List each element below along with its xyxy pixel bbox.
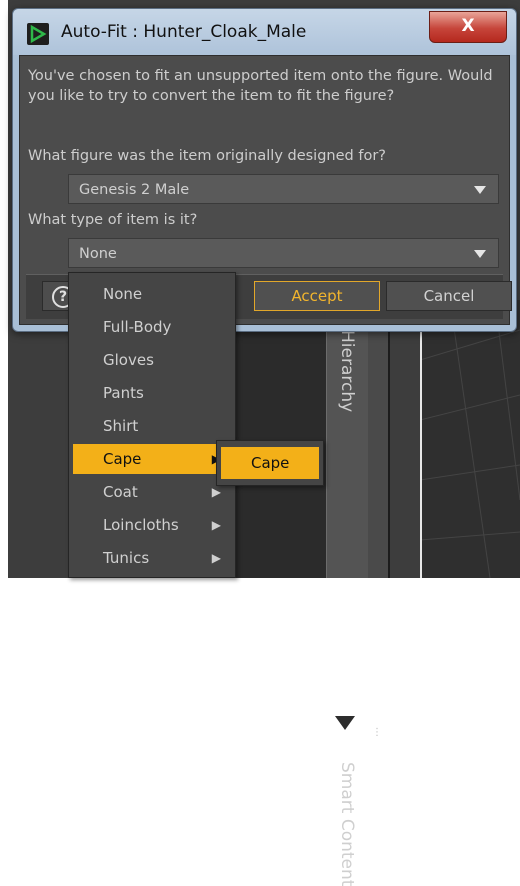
cancel-button[interactable]: Cancel xyxy=(386,281,512,311)
viewport-grid[interactable] xyxy=(420,300,520,578)
figure-question-label: What figure was the item originally desi… xyxy=(28,148,386,164)
dropdown-item-label: Gloves xyxy=(103,351,154,369)
dropdown-item-label: Pants xyxy=(103,384,144,402)
submenu-arrow-icon: ▶ xyxy=(211,518,221,532)
dropdown-item-tunics[interactable]: Tunics ▶ xyxy=(73,543,229,573)
dropdown-item-label: Loincloths xyxy=(103,516,179,534)
submenu-arrow-icon: ▶ xyxy=(211,551,221,565)
item-type-select[interactable]: None xyxy=(68,238,499,268)
dropdown-item-loincloths[interactable]: Loincloths ▶ xyxy=(73,510,229,540)
side-tab-smart-content[interactable]: Smart Content xyxy=(337,762,357,886)
figure-select[interactable]: Genesis 2 Male xyxy=(68,174,499,204)
dropdown-item-label: Coat xyxy=(103,483,138,501)
grip-icon[interactable]: ⋮ xyxy=(372,728,382,738)
item-type-question-label: What type of item is it? xyxy=(28,212,198,228)
dropdown-item-label: Shirt xyxy=(103,417,139,435)
divider xyxy=(388,300,390,578)
dropdown-item-label: Cape xyxy=(103,450,142,468)
cape-submenu: Cape xyxy=(216,440,324,486)
dropdown-item-label: None xyxy=(103,285,143,303)
side-tab-strip[interactable]: Hierarchy Smart Content xyxy=(326,300,370,886)
close-button[interactable]: X xyxy=(429,11,507,43)
dropdown-item-shirt[interactable]: Shirt xyxy=(73,411,229,441)
dialog-message: You've chosen to fit an unsupported item… xyxy=(28,68,493,104)
window-title: Auto-Fit : Hunter_Cloak_Male xyxy=(61,22,307,42)
chevron-down-icon[interactable] xyxy=(474,186,486,194)
side-tab-hierarchy[interactable]: Hierarchy xyxy=(337,330,357,412)
chevron-down-icon[interactable] xyxy=(474,250,486,258)
dropdown-item-pants[interactable]: Pants xyxy=(73,378,229,408)
grid-lines-icon xyxy=(420,300,520,578)
dropdown-item-label: Full-Body xyxy=(103,318,172,336)
accept-button[interactable]: Accept xyxy=(254,281,380,311)
dropdown-item-full-body[interactable]: Full-Body xyxy=(73,312,229,342)
dropdown-item-cape[interactable]: Cape ▶ xyxy=(73,444,229,474)
viewport-border xyxy=(420,300,422,578)
background-panel xyxy=(236,300,328,578)
panel-splitter[interactable]: ⋮ xyxy=(368,300,388,738)
dropdown-item-none[interactable]: None xyxy=(73,279,229,309)
item-type-select-value: None xyxy=(79,246,117,262)
submenu-item-cape[interactable]: Cape xyxy=(221,447,319,479)
app-logo-glyph-icon xyxy=(30,24,47,44)
title-bar[interactable]: Auto-Fit : Hunter_Cloak_Male X xyxy=(13,9,516,55)
daz-app-icon xyxy=(27,23,49,45)
tab-collapse-arrow-icon[interactable] xyxy=(335,716,355,730)
item-type-dropdown: None Full-Body Gloves Pants Shirt Cape ▶… xyxy=(68,272,236,578)
dropdown-item-gloves[interactable]: Gloves xyxy=(73,345,229,375)
dropdown-item-coat[interactable]: Coat ▶ xyxy=(73,477,229,507)
figure-select-value: Genesis 2 Male xyxy=(79,182,190,198)
dropdown-item-label: Tunics xyxy=(103,549,150,567)
